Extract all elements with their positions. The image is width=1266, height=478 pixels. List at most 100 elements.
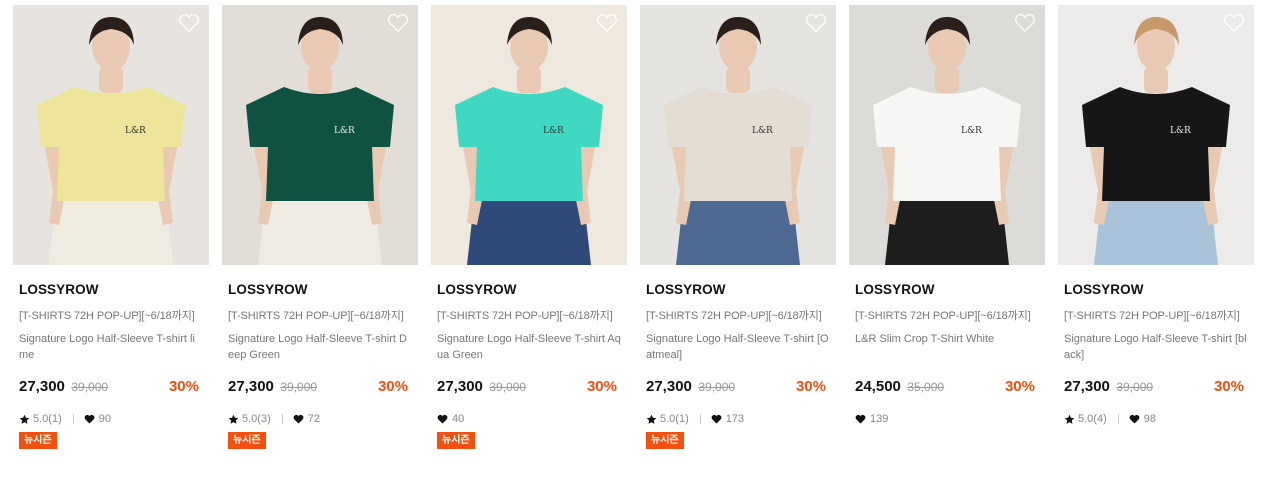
original-price: 39,000 (1116, 380, 1154, 394)
badge-wrap: 뉴시즌 (228, 427, 412, 449)
promo-tag: [T-SHIRTS 72H POP-UP][~6/18까지] (1064, 310, 1240, 322)
badge-wrap: 뉴시즌 (19, 427, 203, 449)
product-info: LOSSYROW [T-SHIRTS 72H POP-UP][~6/18까지] … (849, 282, 1045, 427)
likes: 98 (1129, 413, 1156, 425)
model-photo: L&R (664, 17, 812, 265)
price-row: 27,300 39,000 30% (228, 378, 412, 398)
product-card[interactable]: L&R LOSSYROW [T-SHIRTS 72H POP-UP][~6/18… (849, 5, 1045, 427)
likes: 40 (437, 413, 464, 425)
wishlist-heart-icon[interactable] (596, 13, 618, 33)
heart-filled-icon (293, 414, 304, 424)
rating: 5.0(3) (228, 413, 271, 425)
discount-rate: 30% (795, 378, 826, 395)
discount-rate: 30% (1213, 378, 1244, 395)
brand-name[interactable]: LOSSYROW (228, 282, 412, 298)
product-info: LOSSYROW [T-SHIRTS 72H POP-UP][~6/18까지] … (222, 282, 418, 449)
product-image[interactable]: L&R (13, 5, 209, 265)
wishlist-heart-icon[interactable] (805, 13, 827, 33)
star-icon (646, 414, 657, 424)
likes-count: 40 (452, 413, 465, 425)
likes-count: 139 (870, 413, 889, 425)
product-image[interactable]: L&R (222, 5, 418, 265)
discount-rate: 30% (377, 378, 408, 395)
review-meta: 5.0(1) 173 (646, 411, 830, 427)
rating-value: 5.0(4) (1078, 413, 1107, 425)
product-image[interactable]: L&R (849, 5, 1045, 265)
product-card[interactable]: L&R LOSSYROW [T-SHIRTS 72H POP-UP][~6/18… (13, 5, 209, 449)
divider (281, 414, 283, 424)
brand-name[interactable]: LOSSYROW (437, 282, 621, 298)
product-image[interactable]: L&R (640, 5, 836, 265)
promo-tag: [T-SHIRTS 72H POP-UP][~6/18까지] (19, 310, 195, 322)
likes: 90 (84, 413, 111, 425)
likes-count: 72 (307, 413, 320, 425)
product-card[interactable]: L&R LOSSYROW [T-SHIRTS 72H POP-UP][~6/18… (431, 5, 627, 449)
review-meta: 5.0(4) 98 (1064, 411, 1248, 427)
model-photo: L&R (246, 17, 394, 265)
rating: 5.0(4) (1064, 413, 1107, 425)
model-photo: L&R (1082, 17, 1230, 265)
wishlist-heart-icon[interactable] (387, 13, 409, 33)
brand-name[interactable]: LOSSYROW (19, 282, 203, 298)
wishlist-heart-icon[interactable] (1223, 13, 1245, 33)
divider (72, 414, 74, 424)
divider (699, 414, 701, 424)
product-image[interactable]: L&R (1058, 5, 1254, 265)
original-price: 39,000 (71, 380, 109, 394)
product-card[interactable]: L&R LOSSYROW [T-SHIRTS 72H POP-UP][~6/18… (640, 5, 836, 449)
badge-wrap: 뉴시즌 (437, 427, 621, 449)
svg-text:L&R: L&R (1170, 126, 1191, 136)
original-price: 35,000 (907, 380, 945, 394)
star-icon (19, 414, 30, 424)
model-photo: L&R (455, 17, 603, 265)
divider (1117, 414, 1119, 424)
star-icon (1064, 414, 1075, 424)
new-season-badge: 뉴시즌 (228, 432, 266, 449)
product-name[interactable]: Signature Logo Half-Sleeve T-shirt [Oatm… (646, 331, 830, 365)
product-grid: L&R LOSSYROW [T-SHIRTS 72H POP-UP][~6/18… (0, 0, 1266, 478)
review-meta: 40 (437, 411, 621, 427)
heart-filled-icon (855, 414, 866, 424)
product-name[interactable]: Signature Logo Half-Sleeve T-shirt Aqua … (437, 331, 621, 365)
likes-count: 98 (1143, 413, 1156, 425)
likes: 139 (855, 413, 888, 425)
rating-value: 5.0(1) (660, 413, 689, 425)
product-name[interactable]: Signature Logo Half-Sleeve T-shirt Deep … (228, 331, 412, 365)
original-price: 39,000 (489, 380, 527, 394)
likes: 173 (711, 413, 744, 425)
heart-filled-icon (84, 414, 95, 424)
price-row: 27,300 39,000 30% (1064, 378, 1248, 398)
svg-text:L&R: L&R (752, 126, 773, 136)
promo-tag: [T-SHIRTS 72H POP-UP][~6/18까지] (437, 310, 613, 322)
sale-price: 27,300 (1064, 378, 1110, 395)
star-icon (228, 414, 239, 424)
discount-rate: 30% (1004, 378, 1035, 395)
heart-filled-icon (711, 414, 722, 424)
product-name[interactable]: L&R Slim Crop T-Shirt White (855, 331, 1039, 365)
discount-rate: 30% (586, 378, 617, 395)
product-card[interactable]: L&R LOSSYROW [T-SHIRTS 72H POP-UP][~6/18… (222, 5, 418, 449)
svg-text:L&R: L&R (961, 126, 982, 136)
product-card[interactable]: L&R LOSSYROW [T-SHIRTS 72H POP-UP][~6/18… (1058, 5, 1254, 427)
product-name[interactable]: Signature Logo Half-Sleeve T-shirt lime (19, 331, 203, 365)
original-price: 39,000 (280, 380, 318, 394)
badge-wrap: 뉴시즌 (646, 427, 830, 449)
product-name[interactable]: Signature Logo Half-Sleeve T-shirt [blac… (1064, 331, 1248, 365)
new-season-badge: 뉴시즌 (19, 432, 57, 449)
product-info: LOSSYROW [T-SHIRTS 72H POP-UP][~6/18까지] … (1058, 282, 1254, 427)
brand-name[interactable]: LOSSYROW (855, 282, 1039, 298)
wishlist-heart-icon[interactable] (1014, 13, 1036, 33)
brand-name[interactable]: LOSSYROW (646, 282, 830, 298)
sale-price: 24,500 (855, 378, 901, 395)
promo-tag: [T-SHIRTS 72H POP-UP][~6/18까지] (855, 310, 1031, 322)
model-photo: L&R (37, 17, 185, 265)
price-row: 27,300 39,000 30% (437, 378, 621, 398)
product-image[interactable]: L&R (431, 5, 627, 265)
product-info: LOSSYROW [T-SHIRTS 72H POP-UP][~6/18까지] … (431, 282, 627, 449)
price-row: 24,500 35,000 30% (855, 378, 1039, 398)
brand-name[interactable]: LOSSYROW (1064, 282, 1248, 298)
heart-filled-icon (1129, 414, 1140, 424)
likes-count: 173 (725, 413, 745, 425)
promo-tag: [T-SHIRTS 72H POP-UP][~6/18까지] (646, 310, 822, 322)
wishlist-heart-icon[interactable] (178, 13, 200, 33)
